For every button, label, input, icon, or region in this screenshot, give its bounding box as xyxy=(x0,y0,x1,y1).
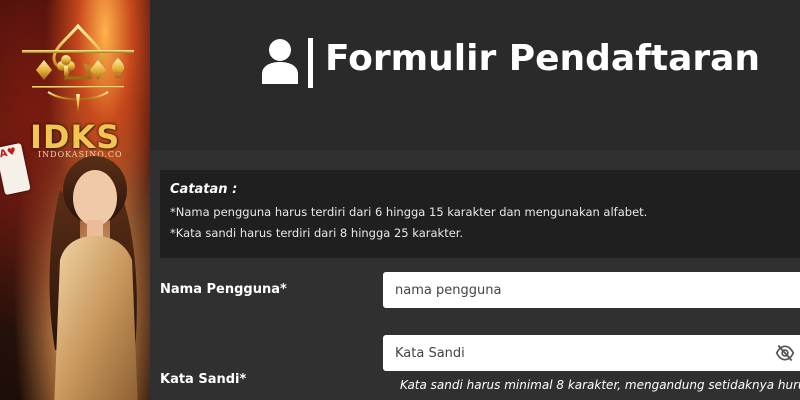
password-input[interactable] xyxy=(383,335,800,371)
playing-card: A♥ xyxy=(0,142,31,196)
registration-page: IDKS INDOKASINO.CO A♥ Formulir Pendaftar… xyxy=(0,0,800,400)
card-suits-crown-logo xyxy=(22,23,134,114)
eye-off-icon[interactable] xyxy=(775,343,795,363)
promo-model-image xyxy=(49,156,138,400)
password-label: Kata Sandi* xyxy=(160,372,247,387)
note-password-rule: *Kata sandi harus terdiri dari 8 hingga … xyxy=(170,226,464,240)
header-divider xyxy=(308,38,313,88)
user-icon xyxy=(262,39,298,84)
page-header: Formulir Pendaftaran xyxy=(150,0,800,150)
page-title: Formulir Pendaftaran xyxy=(325,38,761,79)
notes-title: Catatan : xyxy=(170,182,238,197)
notes-box: Catatan : *Nama pengguna harus terdiri d… xyxy=(160,170,800,258)
username-label: Nama Pengguna* xyxy=(160,282,287,297)
username-input[interactable] xyxy=(383,272,800,308)
promo-banner: IDKS INDOKASINO.CO A♥ xyxy=(0,0,150,400)
note-username-rule: *Nama pengguna harus terdiri dari 6 hing… xyxy=(170,205,648,219)
password-hint: Kata sandi harus minimal 8 karakter, men… xyxy=(400,378,800,392)
